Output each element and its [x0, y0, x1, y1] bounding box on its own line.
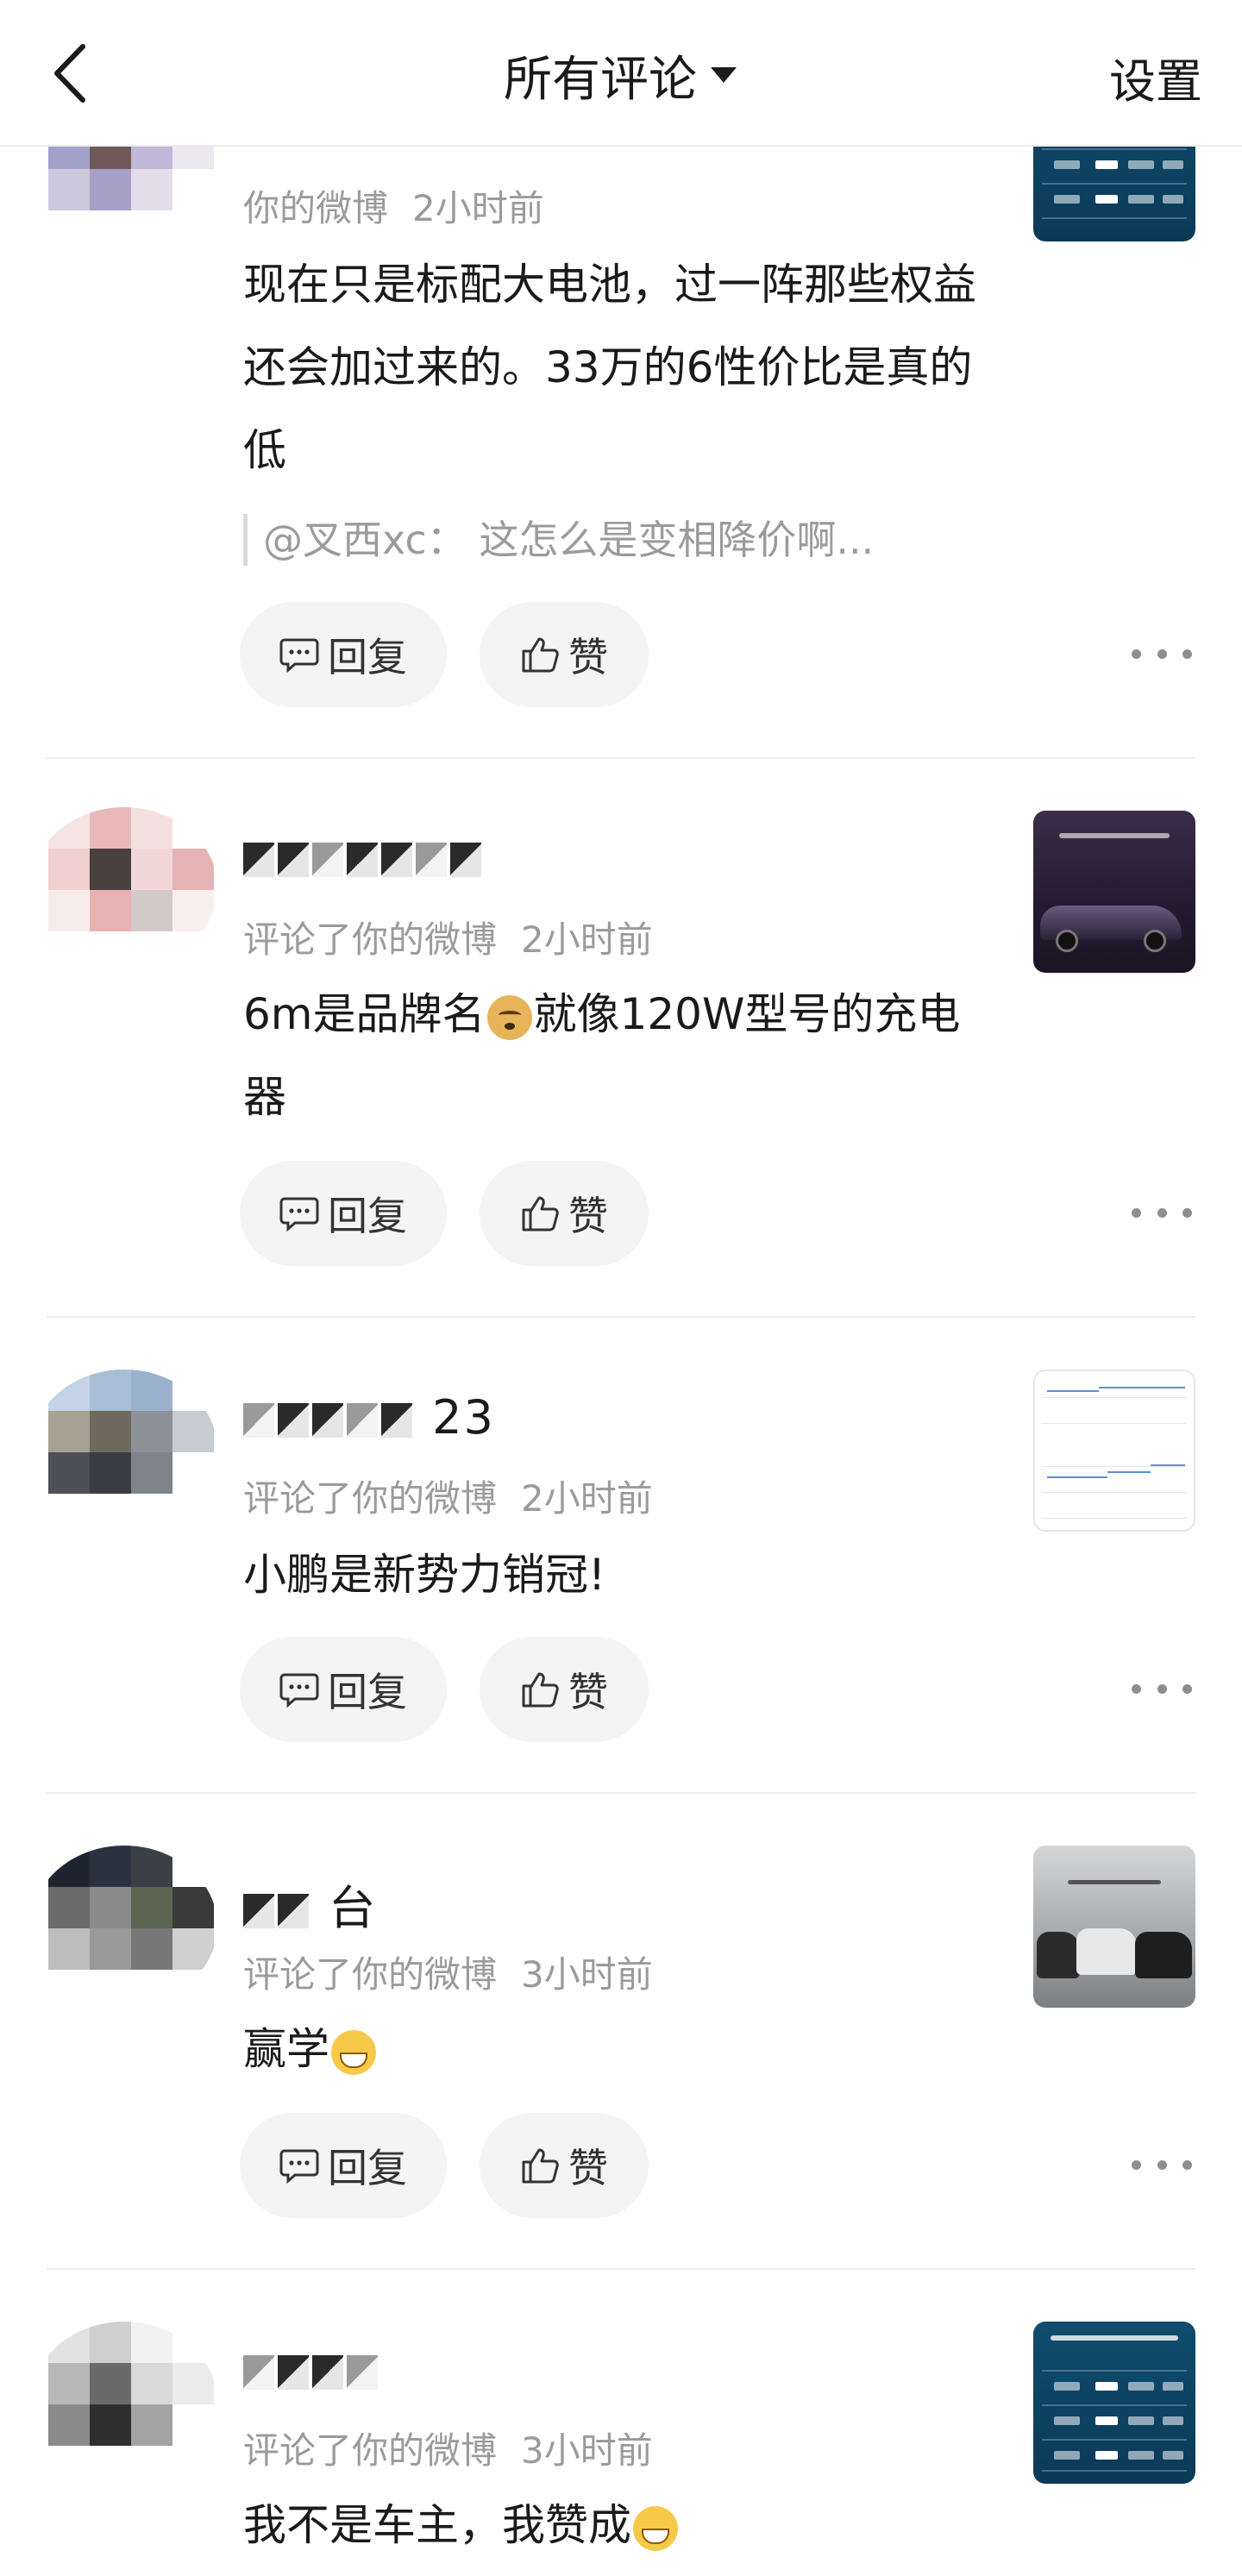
comment-time: 3小时前: [521, 2429, 653, 2472]
comment-meta: 评论了你的微博 3小时前: [243, 1946, 653, 1998]
comment-source: 评论了你的微博: [243, 918, 498, 961]
reply-button[interactable]: 回复: [240, 1161, 447, 1266]
reply-button[interactable]: 回复: [240, 1637, 447, 1742]
username[interactable]: [243, 830, 485, 884]
comment-bubble-icon: [279, 638, 319, 673]
comment-meta: 你的微博 2小时前: [243, 179, 544, 232]
divider: [47, 757, 1195, 759]
comment-time: 2小时前: [521, 918, 653, 961]
top-navigation-bar: 所有评论 设置: [0, 0, 1242, 147]
weibo-thumbnail[interactable]: [1033, 1369, 1195, 1532]
comment-text: 小鹏是新势力销冠!: [243, 1550, 606, 1600]
reply-label: 回复: [328, 634, 407, 680]
reply-label: 回复: [328, 2145, 407, 2191]
settings-button[interactable]: 设置: [1109, 38, 1202, 116]
weibo-thumbnail[interactable]: [1033, 2322, 1195, 2484]
comment-source: 评论了你的微博: [243, 1953, 498, 1996]
chevron-left-icon: [54, 44, 85, 103]
more-options-icon[interactable]: [1132, 636, 1192, 671]
username[interactable]: 23: [243, 1390, 495, 1445]
laugh-cry-emoji-icon: [633, 2505, 678, 2551]
more-options-icon[interactable]: [1132, 2147, 1192, 2182]
divider: [47, 1316, 1195, 1318]
more-options-icon[interactable]: [1132, 1195, 1192, 1230]
like-button[interactable]: 赞: [480, 1161, 649, 1266]
username[interactable]: 台: [243, 1870, 377, 1938]
thumbs-up-icon: [522, 1196, 559, 1232]
comment-text: 赢学: [243, 2008, 1002, 2090]
comment-bubble-icon: [279, 1673, 319, 1708]
comment-meta: 评论了你的微博 2小时前: [243, 1470, 653, 1522]
comment-source: 评论了你的微博: [243, 1477, 498, 1520]
divider: [47, 2268, 1195, 2270]
quoted-comment[interactable]: @叉西xc： 这怎么是变相降价啊...: [243, 514, 1002, 566]
comment-text: 我不是车主，我赞成: [243, 2484, 1002, 2567]
comment-meta: 评论了你的微博 2小时前: [243, 911, 653, 963]
reply-button[interactable]: 回复: [240, 602, 447, 707]
comment-text: 现在只是标配大电池，过一阵那些权益还会加过来的。33万的6性价比是真的低: [243, 260, 976, 475]
avatar[interactable]: [31, 807, 217, 968]
comment-time: 2小时前: [412, 187, 544, 229]
like-button[interactable]: 赞: [480, 2113, 649, 2218]
page-title[interactable]: 所有评论: [504, 41, 697, 110]
thumbs-up-icon: [522, 1672, 559, 1708]
like-button[interactable]: 赞: [480, 1637, 649, 1742]
back-button[interactable]: [34, 34, 104, 112]
comment-time: 3小时前: [521, 1953, 653, 1996]
caret-down-icon[interactable]: [709, 66, 738, 85]
doge-emoji-icon: [486, 994, 532, 1040]
like-button[interactable]: 赞: [480, 602, 649, 707]
like-label: 赞: [568, 2145, 608, 2191]
like-label: 赞: [568, 1669, 608, 1715]
thumbs-up-icon: [522, 2148, 559, 2184]
like-label: 赞: [568, 634, 608, 680]
username[interactable]: [243, 2342, 381, 2397]
more-options-icon[interactable]: [1132, 1671, 1192, 1706]
weibo-thumbnail[interactable]: [1033, 811, 1195, 973]
thumbs-up-icon: [522, 637, 559, 673]
reply-label: 回复: [328, 1193, 407, 1239]
laugh-cry-emoji-icon: [331, 2029, 376, 2075]
divider: [47, 1792, 1195, 1794]
like-label: 赞: [568, 1193, 608, 1239]
reply-button[interactable]: 回复: [240, 2113, 447, 2218]
comment-time: 2小时前: [521, 1477, 653, 1520]
comment-bubble-icon: [279, 1197, 319, 1232]
weibo-thumbnail[interactable]: [1033, 1846, 1195, 2008]
comment-source: 你的微博: [243, 187, 389, 229]
avatar[interactable]: [31, 1369, 217, 1530]
comment-text: 6m是品牌名 就像120W型号的充电器: [243, 989, 961, 1122]
comment-source: 评论了你的微博: [243, 2429, 498, 2472]
comment-bubble-icon: [279, 2149, 319, 2184]
reply-label: 回复: [328, 1669, 407, 1715]
comment-meta: 评论了你的微博 3小时前: [243, 2422, 653, 2474]
avatar[interactable]: [31, 1846, 217, 2006]
avatar[interactable]: [31, 2322, 217, 2482]
title-dropdown[interactable]: 所有评论: [0, 36, 1242, 114]
